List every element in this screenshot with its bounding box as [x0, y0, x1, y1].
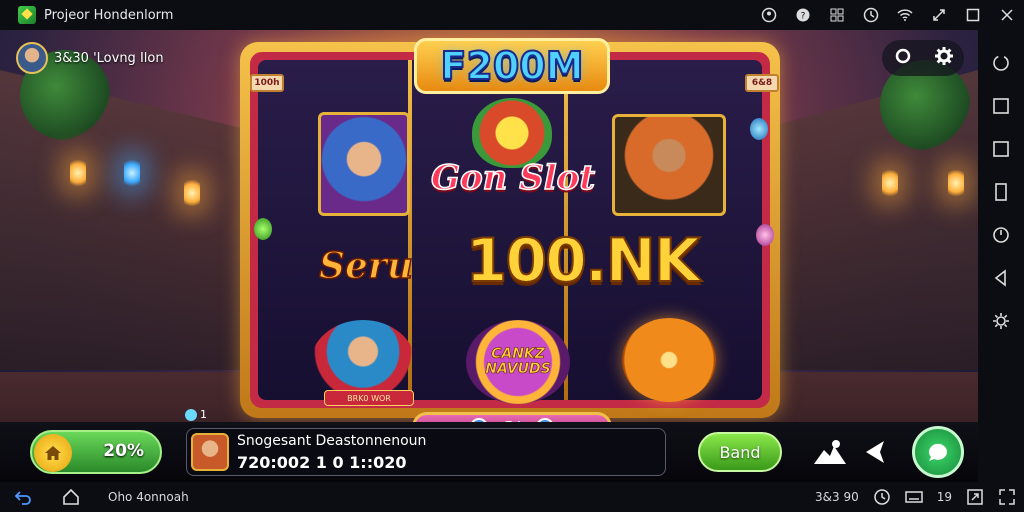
game-hud: 20% Snogesant Deastonnenoun 720:002 1 0 …: [0, 422, 978, 482]
player-name: 3&30 'Lovng Ilon: [54, 50, 164, 66]
chat-button[interactable]: [912, 426, 964, 478]
keyboard-icon[interactable]: [904, 488, 923, 506]
fullscreen-icon[interactable]: [922, 0, 956, 30]
progress-percent: 20%: [103, 441, 144, 461]
navbar-label: Oho 4onnoah: [108, 490, 189, 504]
app-logo-icon: [18, 6, 36, 24]
settings-gear-icon[interactable]: [988, 308, 1014, 334]
symbol-candy: CANKZ NAVUDS: [466, 320, 570, 404]
wifi-icon[interactable]: [888, 0, 922, 30]
symbol-hero-label: BRK0 WOR: [324, 390, 414, 406]
svg-text:?: ?: [801, 12, 806, 22]
big-win-amount: 100.NK: [465, 225, 702, 297]
gear-icon[interactable]: [934, 46, 954, 70]
square-icon[interactable]: [988, 93, 1014, 119]
player-badge[interactable]: 3&30 'Lovng Ilon: [16, 42, 164, 74]
symbol-cowboy: [612, 114, 726, 216]
square-icon[interactable]: [988, 136, 1014, 162]
window-titlebar: Projeor Hondenlorm ?: [0, 0, 1024, 30]
account-icon[interactable]: [752, 0, 786, 30]
window-title: Projeor Hondenlorm: [44, 7, 174, 23]
symbol-wheel: [622, 318, 716, 402]
game-viewport[interactable]: 3&30 'Lovng Ilon 100h 6&8 F200M Gon Slot…: [0, 30, 978, 482]
close-icon[interactable]: [990, 0, 1024, 30]
bubble-icon: [185, 408, 197, 421]
candy-label-line1: CANKZ: [491, 345, 545, 362]
maximize-icon[interactable]: [956, 0, 990, 30]
avatar[interactable]: [16, 42, 48, 74]
gon-slot-logo: Gon Slot: [430, 157, 596, 199]
fullscreen-icon[interactable]: [998, 488, 1016, 506]
small-counter: 1: [185, 408, 207, 421]
info-panel: Snogesant Deastonnenoun 720:002 1 0 1::0…: [186, 428, 666, 476]
lantern-right-far: [948, 170, 964, 196]
lantern-left: [70, 160, 86, 186]
expand-icon[interactable]: [966, 488, 984, 506]
grid-icon[interactable]: [820, 0, 854, 30]
chat-icon: [928, 443, 947, 461]
clock-icon[interactable]: [854, 0, 888, 30]
rotate-icon[interactable]: [988, 50, 1014, 76]
navbar-right-group: 3&3 90 19: [815, 482, 1016, 512]
rectangle-icon[interactable]: [988, 179, 1014, 205]
navbar-text-b: 19: [936, 490, 952, 504]
home-progress-button[interactable]: 20%: [30, 430, 162, 474]
lantern-left-small: [184, 180, 200, 206]
shape-icon[interactable]: [812, 438, 848, 466]
lantern-blue: [124, 160, 140, 186]
clock-icon[interactable]: [873, 488, 891, 506]
info-stats: 720:002 1 0 1::020: [237, 453, 407, 472]
info-avatar: [191, 433, 229, 471]
game-title-banner: F200M: [414, 38, 610, 94]
candy-label-line2: NAVUDS: [485, 361, 551, 377]
share-arrow-icon[interactable]: [862, 438, 888, 466]
game-settings-panel: [882, 40, 964, 76]
small-counter-value: 1: [200, 408, 207, 421]
home-nav-icon[interactable]: [62, 488, 80, 506]
info-title: Snogesant Deastonnenoun: [237, 433, 427, 449]
gem-green: [254, 218, 272, 240]
titlebar-controls: ?: [752, 0, 1024, 30]
send-button[interactable]: Band: [698, 432, 782, 472]
power-icon[interactable]: [893, 46, 913, 70]
timer-icon[interactable]: [988, 222, 1014, 248]
gem-pink: [756, 224, 774, 246]
side-tag-left: 100h: [250, 74, 284, 92]
symbol-prince: [318, 112, 410, 216]
lantern-right: [882, 170, 898, 196]
back-icon[interactable]: [14, 488, 32, 506]
emulator-sidebar: [978, 30, 1024, 482]
navbar-text-a: 3&3 90: [815, 490, 859, 504]
back-arrow-icon[interactable]: [988, 265, 1014, 291]
home-icon[interactable]: [34, 434, 72, 472]
emulator-navbar: Oho 4onnoah 3&3 90 19: [0, 482, 1024, 512]
symbol-seru: Seru: [318, 244, 414, 288]
side-tag-right: 6&8: [745, 74, 779, 92]
help-icon[interactable]: ?: [786, 0, 820, 30]
gem-blue: [750, 118, 768, 140]
